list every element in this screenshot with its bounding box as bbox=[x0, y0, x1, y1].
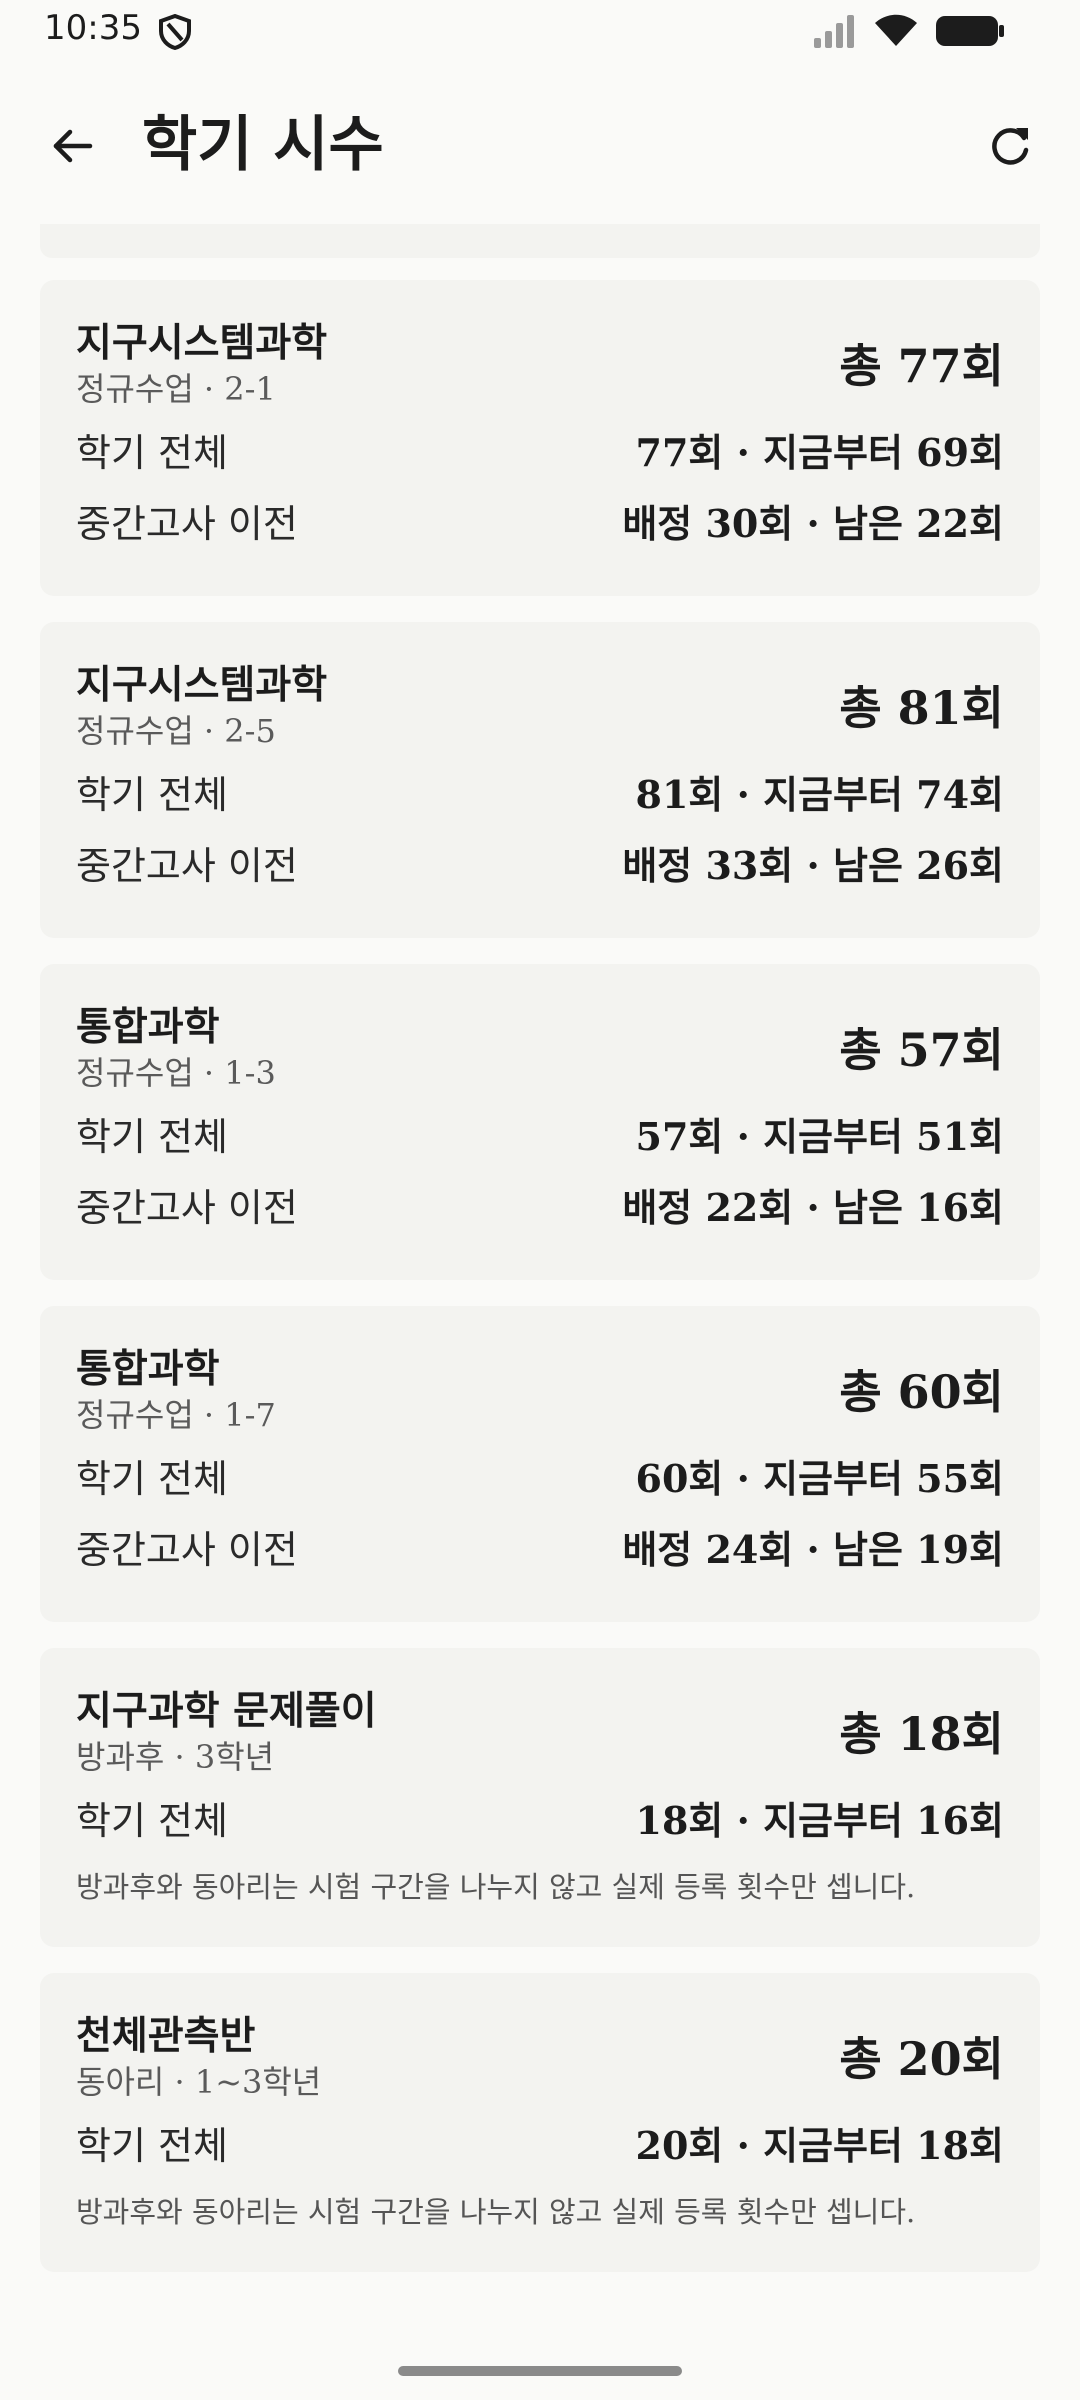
course-total: 총 18회 bbox=[839, 1707, 1004, 1761]
midterm-row: 중간고사 이전 배정 33회 · 남은 26회 bbox=[76, 827, 1004, 898]
semester-row: 학기 전체 77회 · 지금부터 69회 bbox=[76, 414, 1004, 485]
row-label: 학기 전체 bbox=[76, 2124, 228, 2168]
course-total: 총 60회 bbox=[839, 1365, 1004, 1419]
refresh-icon bbox=[992, 128, 1029, 165]
course-card[interactable]: 지구시스템과학 정규수업 · 2-5 총 81회 학기 전체 81회 · 지금부… bbox=[40, 622, 1040, 938]
status-bar: 10:35 bbox=[0, 0, 1080, 60]
home-indicator[interactable] bbox=[398, 2366, 682, 2376]
course-subtitle: 정규수업 · 2-1 bbox=[76, 370, 276, 408]
row-label: 학기 전체 bbox=[76, 431, 228, 475]
row-value: 배정 24회 · 남은 19회 bbox=[622, 1527, 1004, 1572]
row-value: 18회 · 지금부터 16회 bbox=[635, 1798, 1004, 1843]
shield-icon bbox=[159, 14, 191, 50]
row-value: 60회 · 지금부터 55회 bbox=[635, 1456, 1004, 1501]
midterm-row: 중간고사 이전 배정 30회 · 남은 22회 bbox=[76, 485, 1004, 556]
course-title: 통합과학 bbox=[76, 1346, 220, 1392]
app-bar: 학기 시수 bbox=[0, 90, 1080, 200]
course-title: 지구시스템과학 bbox=[76, 662, 328, 708]
course-subtitle: 동아리 · 1~3학년 bbox=[76, 2063, 322, 2101]
midterm-row: 중간고사 이전 배정 22회 · 남은 16회 bbox=[76, 1169, 1004, 1240]
row-label: 중간고사 이전 bbox=[76, 844, 298, 888]
semester-row: 학기 전체 57회 · 지금부터 51회 bbox=[76, 1098, 1004, 1169]
scroll-edge-card bbox=[40, 224, 1040, 258]
course-card[interactable]: 천체관측반 동아리 · 1~3학년 총 20회 학기 전체 20회 · 지금부터… bbox=[40, 1973, 1040, 2272]
cellular-signal-icon bbox=[814, 15, 854, 48]
course-title: 지구과학 문제풀이 bbox=[76, 1688, 377, 1734]
row-label: 학기 전체 bbox=[76, 1799, 228, 1843]
row-value: 20회 · 지금부터 18회 bbox=[635, 2123, 1004, 2168]
course-total: 총 20회 bbox=[839, 2032, 1004, 2086]
semester-row: 학기 전체 60회 · 지금부터 55회 bbox=[76, 1440, 1004, 1511]
course-title: 통합과학 bbox=[76, 1004, 220, 1050]
arrow-left-icon bbox=[53, 129, 93, 163]
back-button[interactable] bbox=[40, 114, 104, 178]
course-total: 총 81회 bbox=[839, 681, 1004, 735]
midterm-row: 중간고사 이전 배정 24회 · 남은 19회 bbox=[76, 1511, 1004, 1582]
card-note: 방과후와 동아리는 시험 구간을 나누지 않고 실제 등록 횟수만 셉니다. bbox=[76, 1870, 916, 1904]
course-card[interactable]: 통합과학 정규수업 · 1-7 총 60회 학기 전체 60회 · 지금부터 5… bbox=[40, 1306, 1040, 1622]
row-label: 학기 전체 bbox=[76, 1115, 228, 1159]
battery-icon bbox=[936, 16, 1004, 46]
row-label: 중간고사 이전 bbox=[76, 502, 298, 546]
row-label: 학기 전체 bbox=[76, 773, 228, 817]
wifi-icon bbox=[875, 14, 917, 46]
row-value: 57회 · 지금부터 51회 bbox=[635, 1114, 1004, 1159]
row-label: 중간고사 이전 bbox=[76, 1528, 298, 1572]
semester-row: 학기 전체 20회 · 지금부터 18회 bbox=[76, 2107, 1004, 2178]
row-value: 배정 30회 · 남은 22회 bbox=[622, 501, 1004, 546]
course-subtitle: 정규수업 · 1-7 bbox=[76, 1396, 276, 1434]
status-time: 10:35 bbox=[44, 8, 142, 48]
page-title: 학기 시수 bbox=[142, 110, 384, 180]
course-total: 총 77회 bbox=[839, 339, 1004, 393]
course-subtitle: 정규수업 · 2-5 bbox=[76, 712, 276, 750]
course-subtitle: 방과후 · 3학년 bbox=[76, 1738, 275, 1776]
course-card[interactable]: 지구시스템과학 정규수업 · 2-1 총 77회 학기 전체 77회 · 지금부… bbox=[40, 280, 1040, 596]
row-value: 배정 33회 · 남은 26회 bbox=[622, 843, 1004, 888]
course-total: 총 57회 bbox=[839, 1023, 1004, 1077]
card-note: 방과후와 동아리는 시험 구간을 나누지 않고 실제 등록 횟수만 셉니다. bbox=[76, 2195, 916, 2229]
row-label: 학기 전체 bbox=[76, 1457, 228, 1501]
course-subtitle: 정규수업 · 1-3 bbox=[76, 1054, 276, 1092]
row-value: 배정 22회 · 남은 16회 bbox=[622, 1185, 1004, 1230]
refresh-button[interactable] bbox=[978, 114, 1042, 178]
course-card[interactable]: 지구과학 문제풀이 방과후 · 3학년 총 18회 학기 전체 18회 · 지금… bbox=[40, 1648, 1040, 1947]
row-label: 중간고사 이전 bbox=[76, 1186, 298, 1230]
course-card[interactable]: 통합과학 정규수업 · 1-3 총 57회 학기 전체 57회 · 지금부터 5… bbox=[40, 964, 1040, 1280]
row-value: 81회 · 지금부터 74회 bbox=[635, 772, 1004, 817]
row-value: 77회 · 지금부터 69회 bbox=[635, 430, 1004, 475]
course-title: 지구시스템과학 bbox=[76, 320, 328, 366]
course-title: 천체관측반 bbox=[76, 2013, 256, 2059]
semester-row: 학기 전체 81회 · 지금부터 74회 bbox=[76, 756, 1004, 827]
semester-row: 학기 전체 18회 · 지금부터 16회 bbox=[76, 1782, 1004, 1853]
course-card-list: 지구시스템과학 정규수업 · 2-1 총 77회 학기 전체 77회 · 지금부… bbox=[40, 280, 1040, 2298]
